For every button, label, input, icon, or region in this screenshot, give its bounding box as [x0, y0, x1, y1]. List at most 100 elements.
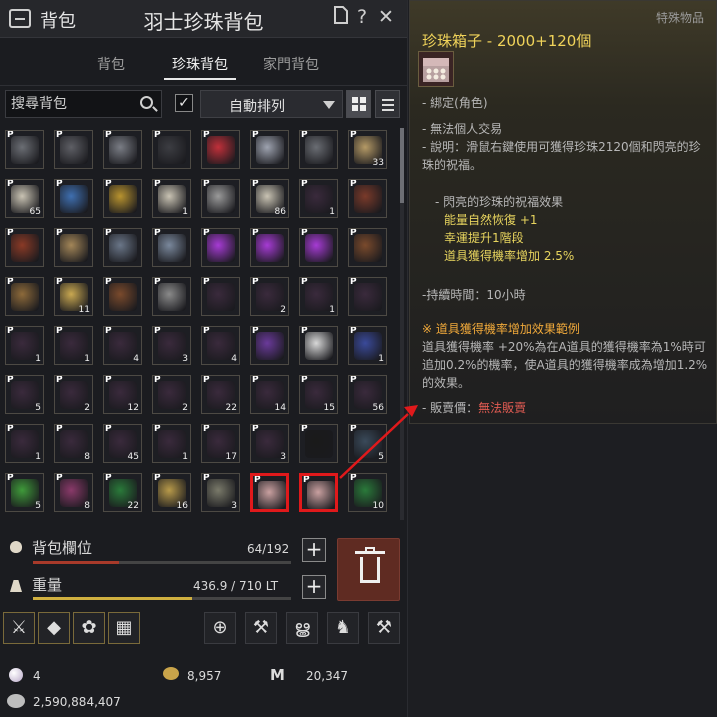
inventory-slot[interactable]: P 11: [54, 277, 93, 316]
inventory-slot[interactable]: P5: [5, 375, 44, 414]
inventory-slot[interactable]: P 22: [103, 473, 142, 512]
inventory-slot[interactable]: P1: [152, 179, 191, 218]
inventory-slot[interactable]: P5: [5, 473, 44, 512]
pearl-item-badge: P: [56, 130, 63, 140]
inventory-slot[interactable]: P8: [54, 424, 93, 463]
inventory-slot[interactable]: P: [54, 228, 93, 267]
search-icon[interactable]: [140, 96, 153, 109]
inventory-slot[interactable]: P1: [299, 277, 338, 316]
sword-polish-button[interactable]: ⚔: [3, 612, 35, 644]
inventory-slot[interactable]: P 65: [5, 179, 44, 218]
add-weight-button[interactable]: +: [302, 575, 326, 599]
inventory-slot[interactable]: P2: [250, 277, 289, 316]
scrollbar[interactable]: [400, 128, 404, 520]
pearl-item-badge: P: [105, 130, 112, 140]
help-icon[interactable]: ?: [351, 6, 373, 28]
inventory-slot[interactable]: P: [5, 228, 44, 267]
inventory-slot[interactable]: P: [250, 228, 289, 267]
inventory-slot[interactable]: P 86: [250, 179, 289, 218]
inventory-slot[interactable]: P: [201, 130, 240, 169]
item-count: 15: [323, 403, 335, 413]
inventory-slot[interactable]: P1: [299, 179, 338, 218]
grid-button[interactable]: ▦: [108, 612, 140, 644]
pouch-icon: [10, 541, 22, 553]
inventory-slot[interactable]: P: [299, 130, 338, 169]
pet-feed-button[interactable]: ✿: [73, 612, 105, 644]
inventory-slot[interactable]: P: [299, 473, 338, 512]
inventory-slot[interactable]: P: [299, 326, 338, 365]
inventory-slot[interactable]: P: [5, 277, 44, 316]
inventory-slot[interactable]: P: [250, 326, 289, 365]
inventory-slot[interactable]: P: [103, 130, 142, 169]
inventory-slot[interactable]: P1: [5, 424, 44, 463]
inventory-slot[interactable]: P: [103, 277, 142, 316]
inventory-slot[interactable]: P: [201, 179, 240, 218]
grid-view-button[interactable]: [346, 90, 371, 118]
inventory-slot[interactable]: P: [103, 179, 142, 218]
inventory-slot[interactable]: P: [201, 228, 240, 267]
trash-button[interactable]: [337, 538, 400, 601]
inventory-slot[interactable]: P1: [5, 326, 44, 365]
inventory-slot[interactable]: P4: [103, 326, 142, 365]
document-icon[interactable]: [330, 6, 352, 29]
inventory-slot[interactable]: P8: [54, 473, 93, 512]
pearl-item-badge: P: [7, 375, 14, 385]
inventory-slot[interactable]: P: [250, 130, 289, 169]
inventory-slot[interactable]: P2: [54, 375, 93, 414]
inventory-slot[interactable]: P 17: [201, 424, 240, 463]
gem-button[interactable]: ◆: [38, 612, 70, 644]
inventory-slot[interactable]: P1: [54, 326, 93, 365]
inventory-slot[interactable]: P 22: [201, 375, 240, 414]
inventory-slot[interactable]: P1: [348, 326, 387, 365]
list-view-button[interactable]: [375, 90, 400, 118]
pearl-item-badge: P: [301, 130, 308, 140]
inventory-slot[interactable]: P2: [152, 375, 191, 414]
tab-family-bag[interactable]: 家門背包: [263, 54, 319, 74]
inventory-slot[interactable]: P: [299, 228, 338, 267]
inventory-slot[interactable]: P: [250, 473, 289, 512]
repair-button[interactable]: ⚒: [368, 612, 400, 644]
tab-pearl-bag[interactable]: 珍珠背包: [164, 54, 236, 80]
search-input[interactable]: [11, 95, 129, 113]
inventory-slot[interactable]: P: [348, 228, 387, 267]
spiral-button[interactable]: ൠ: [286, 612, 318, 644]
inventory-slot[interactable]: P: [201, 277, 240, 316]
inventory-slot[interactable]: P 10: [348, 473, 387, 512]
inventory-slot[interactable]: P 14: [250, 375, 289, 414]
inventory-slot[interactable]: P 45: [103, 424, 142, 463]
inventory-slot[interactable]: P 16: [152, 473, 191, 512]
inventory-slot[interactable]: P: [152, 130, 191, 169]
titlebar[interactable]: 背包 羽士珍珠背包 ? ✕: [0, 0, 407, 38]
inventory-slot[interactable]: P 12: [103, 375, 142, 414]
inventory-slot[interactable]: P: [103, 228, 142, 267]
hammer-button[interactable]: ⚒: [245, 612, 277, 644]
inventory-slot[interactable]: P: [152, 228, 191, 267]
auto-sort-checkbox[interactable]: ✓: [175, 94, 193, 112]
inventory-slot[interactable]: P 56: [348, 375, 387, 414]
item-icon: [305, 332, 333, 360]
inventory-slot[interactable]: P3: [201, 473, 240, 512]
inventory-slot[interactable]: P: [54, 130, 93, 169]
inventory-slot[interactable]: P1: [152, 424, 191, 463]
inventory-slot[interactable]: P5: [348, 424, 387, 463]
wagon-button[interactable]: ♞: [327, 612, 359, 644]
inventory-slot[interactable]: P3: [250, 424, 289, 463]
pearl-item-badge: P: [254, 475, 261, 485]
inventory-slot[interactable]: P 33: [348, 130, 387, 169]
inventory-slot[interactable]: P: [348, 277, 387, 316]
item-count: 45: [127, 452, 139, 462]
inventory-slot[interactable]: P 15: [299, 375, 338, 414]
transfer-button[interactable]: ⊕: [204, 612, 236, 644]
add-capacity-button[interactable]: +: [302, 538, 326, 562]
close-icon[interactable]: ✕: [375, 6, 397, 28]
inventory-slot[interactable]: P: [54, 179, 93, 218]
inventory-slot[interactable]: P: [299, 424, 338, 463]
inventory-slot[interactable]: P3: [152, 326, 191, 365]
inventory-slot[interactable]: P: [348, 179, 387, 218]
inventory-slot[interactable]: P: [152, 277, 191, 316]
sort-dropdown[interactable]: 自動排列: [200, 90, 343, 118]
item-count: 1: [84, 354, 90, 364]
tab-bag[interactable]: 背包: [97, 54, 125, 74]
inventory-slot[interactable]: P4: [201, 326, 240, 365]
inventory-slot[interactable]: P: [5, 130, 44, 169]
